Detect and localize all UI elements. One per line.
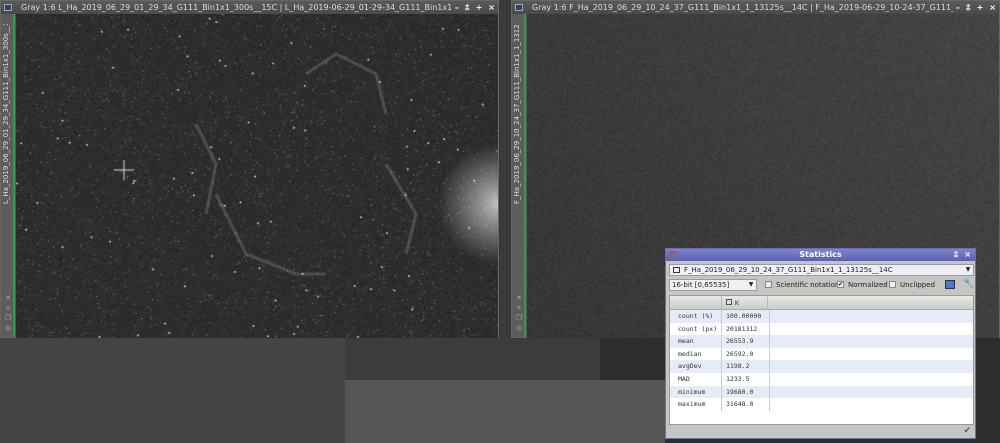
statistics-table: K count (%) 100.00000 count (px) 20181312 me… (669, 295, 974, 425)
close-button[interactable]: × (964, 249, 971, 261)
close-button[interactable]: × (488, 1, 495, 14)
window-title: Gray 1:6 L_Ha_2019_06_29_01_29_34_G111_B… (21, 3, 452, 12)
table-row: count (%) 100.00000 (670, 310, 973, 323)
window-icon (4, 4, 12, 11)
table-row: minimum 19680.0 (670, 385, 973, 399)
table-row: MAD 1233.5 (670, 372, 973, 386)
image-window-light[interactable]: Gray 1:6 L_Ha_2019_06_29_01_29_34_G111_B… (0, 0, 499, 338)
stat-value: 100.00000 (726, 312, 762, 320)
stat-name: maximum (678, 400, 706, 409)
table-row: mean 26553.9 (670, 335, 973, 348)
title-bar[interactable]: Gray 1:6 L_Ha_2019_06_29_01_29_34_G111_B… (1, 1, 498, 14)
stat-value: 19680.0 (726, 387, 754, 396)
unclipped-label: Unclipped (900, 281, 935, 289)
channel-header[interactable]: K (721, 296, 768, 310)
fit-icon[interactable]: ✕ (4, 294, 12, 302)
normalized-label: Normalized (848, 281, 888, 289)
range-value: 16-bit [0,65535] (672, 281, 730, 289)
normalized-checkbox[interactable]: ✔ (837, 281, 844, 288)
stat-name: avgDev (678, 362, 702, 371)
stat-value: 26553.9 (726, 337, 754, 346)
table-row: avgDev 1198.2 (670, 360, 973, 373)
range-select[interactable]: 16-bit [0,65535] ▼ (669, 279, 757, 291)
stat-value: 31648.0 (726, 400, 754, 409)
image-selector-value: F_Ha_2019_06_29_10_24_37_G111_Bin1x1_1_1… (684, 266, 893, 274)
settings-icon[interactable]: ◎ (4, 324, 12, 332)
dialog-title: Statistics (799, 250, 842, 259)
maximize-button[interactable]: + (977, 1, 984, 14)
stat-name: median (678, 349, 702, 358)
zoom-icon[interactable]: ⌗ (515, 304, 523, 312)
stat-name: count (px) (678, 324, 718, 333)
stat-name: MAD (678, 374, 690, 383)
stat-value: 1198.2 (726, 362, 750, 371)
window-icon (515, 4, 523, 11)
stat-value: 26592.0 (726, 349, 754, 358)
image-selector[interactable]: F_Ha_2019_06_29_10_24_37_G111_Bin1x1_1_1… (669, 264, 974, 276)
view-id-tab[interactable]: F_Ha_2019_06_29_10_24_37_G111_Bin1x1_1_1… (512, 14, 526, 337)
settings-icon[interactable]: ◎ (515, 324, 523, 332)
minimize-button[interactable]: – (455, 1, 459, 14)
checkmark-icon[interactable]: ✔ (963, 426, 971, 436)
zoom-icon[interactable]: ⌗ (4, 304, 12, 312)
title-bar[interactable]: Gray 1:6 F_Ha_2019_06_29_10_24_37_G111_B… (512, 1, 999, 14)
stat-value: 1233.5 (726, 374, 750, 383)
shade-button[interactable]: ⩲ (966, 1, 971, 14)
table-row: maximum 31648.0 (670, 398, 973, 411)
channel-checkbox[interactable] (726, 299, 732, 305)
channel-label: K (735, 299, 739, 307)
stat-name: minimum (678, 387, 706, 396)
workspace-shading (345, 380, 665, 443)
image-canvas[interactable] (16, 14, 498, 338)
stat-name: mean (678, 337, 694, 346)
view-id-tab[interactable]: L_Ha_2019_06_29_01_29_34_G111_Bin1x1_300… (1, 14, 15, 337)
scientific-notation-label: Scientific notation (776, 281, 840, 289)
minimize-button[interactable]: – (956, 1, 960, 14)
clone-icon[interactable]: ❐ (515, 314, 523, 322)
stat-value: 20181312 (726, 324, 758, 333)
fit-icon[interactable]: ✕ (515, 294, 523, 302)
statistics-dialog: Statistics ⩲ × F_Ha_2019_06_29_10_24_37_G… (665, 248, 976, 439)
view-id-label: L_Ha_2019_06_29_01_29_34_G111_Bin1x1_300… (2, 24, 10, 204)
clone-icon[interactable]: ❐ (4, 314, 12, 322)
window-title: Gray 1:6 F_Ha_2019_06_29_10_24_37_G111_B… (532, 3, 953, 12)
image-icon (673, 267, 680, 273)
dialog-title-bar[interactable]: Statistics ⩲ × (666, 249, 975, 261)
shade-button[interactable]: ⩲ (465, 1, 470, 14)
process-icon (669, 251, 677, 259)
maximize-button[interactable]: + (476, 1, 483, 14)
view-id-label: F_Ha_2019_06_29_10_24_37_G111_Bin1x1_1_1… (513, 24, 521, 204)
table-row: median 26592.0 (670, 347, 973, 361)
copy-to-console-icon[interactable] (945, 280, 955, 289)
stat-name: count (%) (678, 312, 714, 320)
chevron-down-icon: ▼ (965, 266, 971, 273)
wrench-icon[interactable]: 🔧 (963, 279, 974, 289)
shade-button[interactable]: ⩲ (954, 249, 959, 261)
scientific-notation-checkbox[interactable] (765, 281, 772, 288)
table-row: count (px) 20181312 (670, 322, 973, 336)
close-button[interactable]: × (989, 1, 996, 14)
chevron-down-icon: ▼ (748, 281, 754, 288)
unclipped-checkbox[interactable] (889, 281, 896, 288)
